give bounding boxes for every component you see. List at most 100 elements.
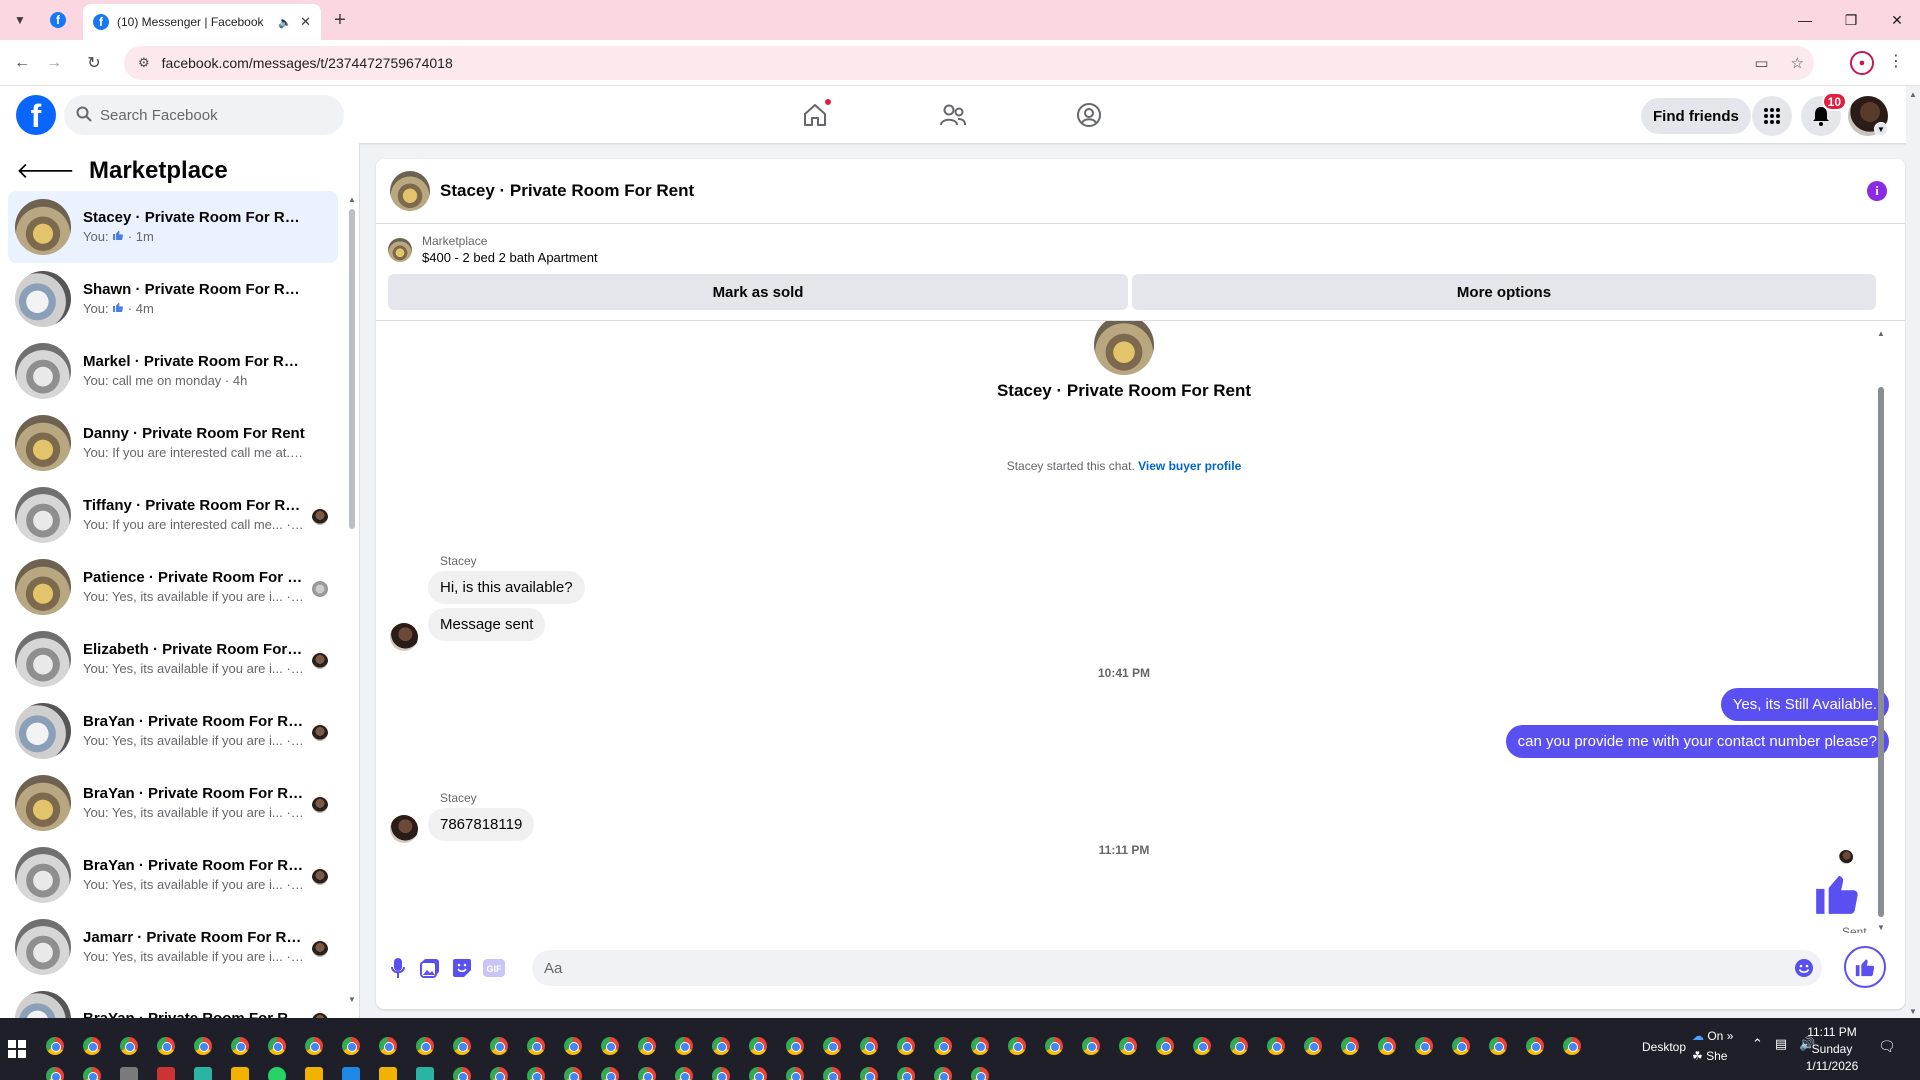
page-scrollbar[interactable]: ▲ ▼	[1906, 86, 1920, 1018]
chrome-window-icon[interactable]	[1230, 1037, 1248, 1055]
chrome-window-icon[interactable]	[379, 1037, 397, 1055]
photo-attach-icon[interactable]	[418, 956, 442, 980]
browser-menu-icon[interactable]: ⋮	[1888, 51, 1904, 71]
taskbar-app-icon[interactable]	[268, 1067, 286, 1080]
chat-listing-thumbnail[interactable]	[390, 171, 430, 211]
browser-profile-icon[interactable]: ●	[1850, 51, 1874, 75]
taskbar-app-icon[interactable]	[305, 1067, 323, 1080]
chrome-window-icon[interactable]	[231, 1037, 249, 1055]
home-icon[interactable]	[800, 98, 832, 130]
restore-button[interactable]: ❐	[1828, 0, 1874, 40]
tab-close-icon[interactable]: ✕	[300, 14, 311, 30]
chrome-window-icon[interactable]	[1526, 1037, 1544, 1055]
forward-button[interactable]: →	[42, 51, 66, 75]
conversation-item[interactable]: Tiffany · Private Room For Rent You: If y…	[8, 479, 338, 551]
conversation-item[interactable]: Shawn · Private Room For Rent You: · 4m	[8, 263, 338, 335]
incoming-message[interactable]: Message sent	[428, 608, 546, 641]
view-buyer-profile-link[interactable]: View buyer profile	[1138, 459, 1241, 473]
chrome-window-icon[interactable]	[564, 1067, 582, 1080]
scroll-down-arrow-icon[interactable]: ▼	[348, 995, 356, 1004]
chrome-window-icon[interactable]	[971, 1067, 989, 1080]
sender-avatar[interactable]	[390, 623, 418, 651]
facebook-logo-icon[interactable]: f	[16, 95, 56, 135]
new-tab-button[interactable]: +	[328, 8, 352, 32]
chrome-window-icon[interactable]	[749, 1037, 767, 1055]
scroll-down-arrow-icon[interactable]: ▼	[1877, 923, 1885, 932]
chrome-window-icon[interactable]	[1156, 1037, 1174, 1055]
send-like-button[interactable]	[1844, 946, 1886, 988]
chrome-window-icon[interactable]	[712, 1067, 730, 1080]
friends-icon[interactable]	[938, 100, 968, 130]
chrome-window-icon[interactable]	[971, 1037, 989, 1055]
chrome-window-icon[interactable]	[1008, 1037, 1026, 1055]
taskbar-app-icon[interactable]	[194, 1067, 212, 1080]
bookmark-star-icon[interactable]: ☆	[1791, 54, 1804, 72]
incoming-message[interactable]: 7867818119	[428, 808, 535, 841]
taskbar-app-icon[interactable]	[416, 1067, 434, 1080]
conversation-info-icon[interactable]: i	[1867, 181, 1887, 201]
find-friends-button[interactable]: Find friends	[1641, 98, 1751, 134]
thumbs-up-sticker-icon[interactable]	[1812, 868, 1862, 921]
taskbar-app-icon[interactable]	[379, 1067, 397, 1080]
more-options-button[interactable]: More options	[1132, 274, 1876, 310]
chrome-window-icon[interactable]	[342, 1037, 360, 1055]
chrome-window-icon[interactable]	[305, 1037, 323, 1055]
conversation-item[interactable]: Patience · Private Room For R... You: Yes…	[8, 551, 338, 623]
chrome-window-icon[interactable]	[46, 1067, 64, 1080]
taskbar-app-icon[interactable]	[231, 1067, 249, 1080]
chrome-window-icon[interactable]	[1452, 1037, 1470, 1055]
chrome-window-icon[interactable]	[564, 1037, 582, 1055]
tray-chevron-up-icon[interactable]: ⌃	[1752, 1036, 1763, 1052]
chrome-window-icon[interactable]	[1082, 1037, 1100, 1055]
chrome-window-icon[interactable]	[1563, 1037, 1581, 1055]
conversation-item[interactable]: BraYan · Private Room For Rent You: Yes, …	[8, 695, 338, 767]
sticker-icon[interactable]	[450, 956, 474, 980]
conversation-item[interactable]: Stacey · Private Room For Rent You: · 1m	[8, 191, 338, 263]
profile-circle-icon[interactable]	[1074, 100, 1104, 130]
chrome-window-icon[interactable]	[1267, 1037, 1285, 1055]
chrome-window-icon[interactable]	[786, 1037, 804, 1055]
taskbar-app-icon[interactable]	[120, 1067, 138, 1080]
taskbar-app-icon[interactable]	[342, 1067, 360, 1080]
scroll-up-arrow-icon[interactable]: ▲	[1909, 90, 1917, 99]
tab-search-chevron-icon[interactable]: ▼	[10, 10, 30, 30]
chrome-window-icon[interactable]	[453, 1067, 471, 1080]
chrome-window-icon[interactable]	[675, 1067, 693, 1080]
conversation-item[interactable]: Elizabeth · Private Room For R... You: Ye…	[8, 623, 338, 695]
chrome-window-icon[interactable]	[157, 1037, 175, 1055]
chrome-window-icon[interactable]	[83, 1037, 101, 1055]
menu-grid-icon[interactable]	[1752, 96, 1792, 136]
incoming-message[interactable]: Hi, is this available?	[428, 571, 585, 604]
back-button[interactable]: ←	[10, 51, 34, 75]
conversation-item[interactable]: BraYan · Private Room For Rent	[8, 983, 338, 1018]
chrome-window-icon[interactable]	[712, 1037, 730, 1055]
taskbar-app-icon[interactable]	[157, 1067, 175, 1080]
emoji-icon[interactable]	[1794, 958, 1814, 978]
sender-avatar[interactable]	[390, 815, 418, 843]
chrome-window-icon[interactable]	[453, 1037, 471, 1055]
pinned-tab-facebook[interactable]: f	[50, 12, 66, 28]
chrome-window-icon[interactable]	[1378, 1037, 1396, 1055]
conversation-item[interactable]: BraYan · Private Room For Rent You: Yes, …	[8, 839, 338, 911]
address-bar[interactable]: ⚙ facebook.com/messages/t/23744727596740…	[124, 46, 1814, 80]
scroll-up-arrow-icon[interactable]: ▲	[1877, 329, 1885, 338]
reload-button[interactable]: ↻	[82, 51, 106, 75]
system-clock[interactable]: 11:11 PM Sunday 1/11/2026	[1800, 1024, 1864, 1075]
tab-messenger[interactable]: f (10) Messenger | Facebook 🔈 ✕	[83, 4, 321, 40]
listing-summary[interactable]: Marketplace $400 - 2 bed 2 bath Apartmen…	[388, 233, 598, 267]
conversation-item[interactable]: Jamarr · Private Room For Rent You: Yes, …	[8, 911, 338, 983]
chrome-window-icon[interactable]	[527, 1067, 545, 1080]
chrome-window-icon[interactable]	[1415, 1037, 1433, 1055]
gif-icon[interactable]: GIF	[482, 956, 506, 980]
chrome-window-icon[interactable]	[490, 1037, 508, 1055]
thread-scrollbar[interactable]: ▲ ▼	[1876, 329, 1886, 933]
scroll-down-arrow-icon[interactable]: ▼	[1909, 1007, 1917, 1016]
microphone-icon[interactable]	[386, 956, 410, 980]
conversation-item[interactable]: BraYan · Private Room For Rent You: Yes, …	[8, 767, 338, 839]
audio-playing-icon[interactable]: 🔈	[278, 16, 292, 29]
chrome-window-icon[interactable]	[823, 1037, 841, 1055]
scrollbar-thumb[interactable]	[1878, 387, 1884, 917]
scroll-up-arrow-icon[interactable]: ▲	[348, 195, 356, 204]
chrome-window-icon[interactable]	[823, 1067, 841, 1080]
chrome-window-icon[interactable]	[194, 1037, 212, 1055]
